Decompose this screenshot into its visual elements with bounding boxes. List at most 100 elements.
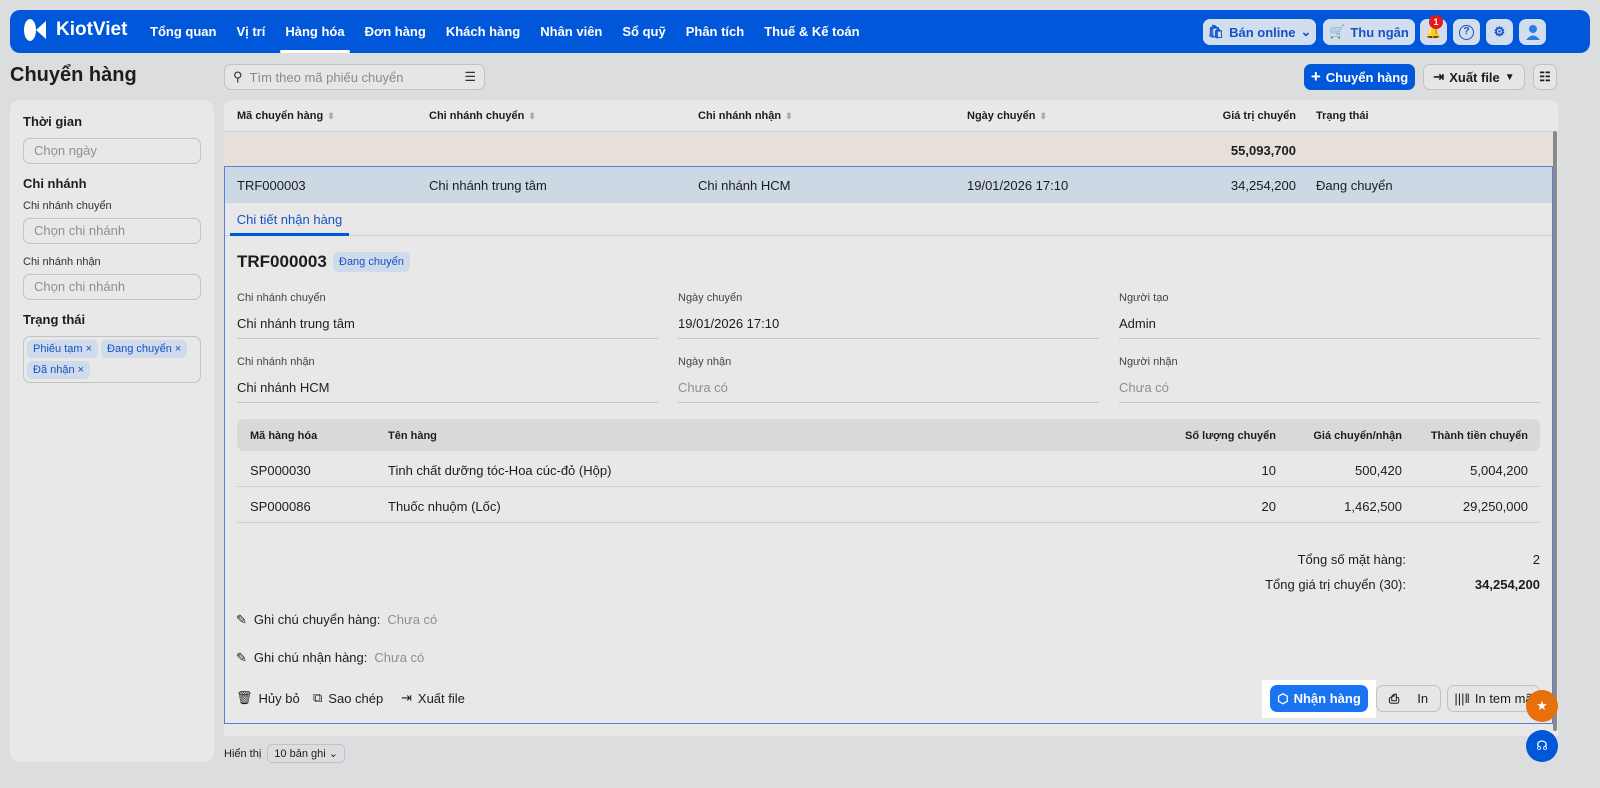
item-code: SP000030 xyxy=(250,463,311,478)
caret-down-icon: ▼ xyxy=(1504,71,1515,83)
search-icon: ⚲ xyxy=(233,69,243,84)
item-count-label: Tổng số mặt hàng: xyxy=(1297,552,1406,567)
status-badge: Đang chuyển xyxy=(333,252,410,272)
nav-hang-hoa[interactable]: Hàng hóa xyxy=(275,10,354,53)
chevron-down-icon: ⌄ xyxy=(1300,24,1312,39)
close-icon[interactable]: × xyxy=(86,343,92,355)
sort-icon[interactable]: ⬍ xyxy=(528,111,536,121)
user-icon xyxy=(1525,25,1540,40)
item-qty: 20 xyxy=(1261,499,1276,514)
field-label: Người tạo xyxy=(1119,292,1169,304)
search-box[interactable]: ⚲ Tìm theo mã phiếu chuyển ☰ xyxy=(224,64,485,90)
support-button[interactable]: ☊ xyxy=(1526,730,1558,762)
item-price: 500,420 xyxy=(1355,463,1402,478)
nav-don-hang[interactable]: Đơn hàng xyxy=(355,10,436,53)
help-button[interactable]: ? xyxy=(1453,19,1480,45)
scrollbar[interactable] xyxy=(1553,131,1557,731)
to-branch-label: Chi nhánh nhận xyxy=(23,256,101,268)
page-size-select[interactable]: 10 bản ghi ⌄ xyxy=(267,744,345,763)
add-transfer-button[interactable]: + Chuyển hàng xyxy=(1304,64,1415,90)
field-label: Người nhận xyxy=(1119,356,1178,368)
item-col-code: Mã hàng hóa xyxy=(250,430,318,442)
to-branch-select[interactable]: Chọn chi nhánh xyxy=(23,274,201,300)
page-title: Chuyển hàng xyxy=(10,64,137,86)
detail-code: TRF000003 xyxy=(237,252,327,271)
field-label: Chi nhánh chuyển xyxy=(237,292,326,304)
logo[interactable]: KiotViet xyxy=(22,17,127,43)
note-receive[interactable]: ✎ Ghi chú nhận hàng: Chưa có xyxy=(236,650,424,666)
list-columns-icon: ☷ xyxy=(1539,69,1551,84)
nav-thue-ke-toan[interactable]: Thuế & Kế toán xyxy=(754,10,869,53)
field-value: Chi nhánh HCM xyxy=(237,380,658,403)
sort-icon[interactable]: ⬍ xyxy=(785,111,793,121)
barcode-icon: |||‖ xyxy=(1454,691,1470,706)
star-icon: ★ xyxy=(1536,698,1548,713)
receive-button[interactable]: ⬡ Nhận hàng xyxy=(1270,685,1368,712)
from-branch-select[interactable]: Chọn chi nhánh xyxy=(23,218,201,244)
export-icon: ⇥ xyxy=(1433,69,1445,84)
col-header-to[interactable]: Chi nhánh nhận ⬍ xyxy=(698,110,793,122)
filter-sidebar: Thời gian Chọn ngày Chi nhánh Chi nhánh … xyxy=(10,100,214,762)
field-label: Chi nhánh nhận xyxy=(237,356,315,368)
field-label: Ngày chuyển xyxy=(678,292,743,304)
settings-button[interactable]: ⚙ xyxy=(1486,19,1513,45)
nav-vi-tri[interactable]: Vị trí xyxy=(226,10,275,53)
summary-row xyxy=(224,131,1553,166)
field-value: Chi nhánh trung tâm xyxy=(237,316,658,339)
status-tags[interactable]: Phiếu tạm × Đang chuyển × Đã nhận × xyxy=(23,336,201,383)
edit-icon[interactable]: ✎ xyxy=(236,612,247,628)
field-value: Admin xyxy=(1119,316,1540,339)
search-input[interactable]: Tìm theo mã phiếu chuyển xyxy=(250,70,458,85)
export-detail-button[interactable]: ⇥ Xuất file xyxy=(401,690,465,706)
field-label: Ngày nhận xyxy=(678,356,732,368)
filter-sliders-icon[interactable]: ☰ xyxy=(464,69,476,85)
print-button[interactable]: ⎙ In xyxy=(1376,685,1441,712)
summary-total: 55,093,700 xyxy=(1230,143,1296,158)
nav-nhan-vien[interactable]: Nhân viên xyxy=(530,10,612,53)
col-header-date[interactable]: Ngày chuyển ⬍ xyxy=(967,110,1047,122)
nav-tong-quan[interactable]: Tổng quan xyxy=(140,10,226,53)
column-toggle-button[interactable]: ☷ xyxy=(1533,64,1557,90)
field-value: 19/01/2026 17:10 xyxy=(678,316,1099,339)
avatar[interactable] xyxy=(1519,19,1546,45)
export-file-button[interactable]: ⇥ Xuất file ▼ xyxy=(1423,64,1525,90)
item-price: 1,462,500 xyxy=(1344,499,1402,514)
col-header-from[interactable]: Chi nhánh chuyển ⬍ xyxy=(429,110,536,122)
plus-icon: + xyxy=(1310,67,1321,86)
col-header-code[interactable]: Mã chuyển hàng ⬍ xyxy=(237,110,335,122)
copy-button[interactable]: ⧉ Sao chép xyxy=(313,690,383,706)
box-icon: ⬡ xyxy=(1277,690,1289,706)
thu-ngan-button[interactable]: 🛒 Thu ngân xyxy=(1323,19,1415,45)
tab-chi-tiet-nhan-hang[interactable]: Chi tiết nhận hàng xyxy=(230,204,349,236)
sort-icon[interactable]: ⬍ xyxy=(1039,111,1047,121)
total-value-label: Tổng giá trị chuyển (30): xyxy=(1265,577,1406,592)
main-menu: Tổng quan Vị trí Hàng hóa Đơn hàng Khách… xyxy=(140,10,870,53)
item-count: 2 xyxy=(1532,552,1540,567)
cancel-button[interactable]: 🗑 Hủy bỏ xyxy=(236,690,300,706)
total-value: 34,254,200 xyxy=(1474,577,1540,592)
date-picker-input[interactable]: Chọn ngày xyxy=(23,138,201,164)
status-tag[interactable]: Đang chuyển × xyxy=(101,340,188,358)
status-tag[interactable]: Đã nhận × xyxy=(27,361,91,379)
close-icon[interactable]: × xyxy=(78,364,84,376)
ban-online-button[interactable]: 🛍 Bán online ⌄ xyxy=(1203,19,1316,45)
from-branch-label: Chi nhánh chuyển xyxy=(23,200,112,212)
close-icon[interactable]: × xyxy=(175,343,181,355)
field-value: Chưa có xyxy=(678,380,1099,403)
pagination-size: Hiển thị 10 bản ghi ⌄ xyxy=(224,744,345,763)
item-name: Thuốc nhuộm (Lốc) xyxy=(388,499,501,514)
note-send[interactable]: ✎ Ghi chú chuyển hàng: Chưa có xyxy=(236,612,437,628)
notification-button[interactable]: 🔔 1 xyxy=(1420,15,1447,45)
favorite-button[interactable]: ★ xyxy=(1526,690,1558,722)
item-col-price: Giá chuyển/nhận xyxy=(1313,430,1402,442)
nav-so-quy[interactable]: Sổ quỹ xyxy=(612,10,675,53)
col-header-status: Trạng thái xyxy=(1316,110,1369,122)
sort-icon[interactable]: ⬍ xyxy=(327,111,335,121)
trash-icon: 🗑 xyxy=(236,690,253,705)
status-tag[interactable]: Phiếu tạm × xyxy=(27,340,99,358)
filter-time-heading: Thời gian xyxy=(23,114,83,129)
edit-icon[interactable]: ✎ xyxy=(236,650,247,666)
nav-khach-hang[interactable]: Khách hàng xyxy=(436,10,530,53)
copy-icon: ⧉ xyxy=(313,690,323,705)
nav-phan-tich[interactable]: Phân tích xyxy=(676,10,755,53)
